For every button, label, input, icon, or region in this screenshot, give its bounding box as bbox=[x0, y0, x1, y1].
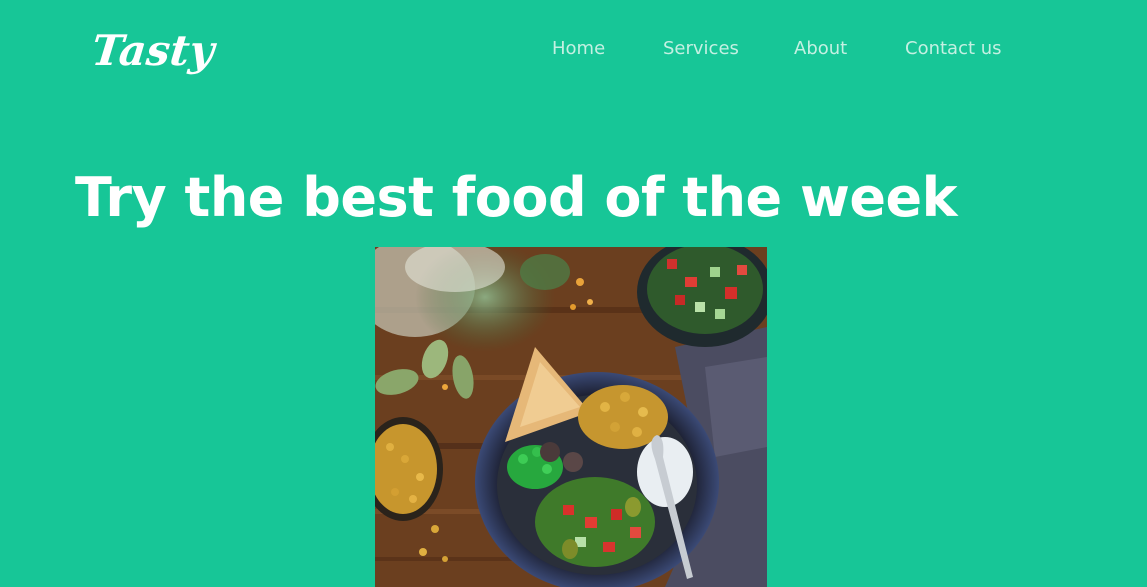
hero-food-image bbox=[375, 247, 767, 587]
nav-link-contact-us[interactable]: Contact us bbox=[905, 36, 1002, 62]
hero-headline: Try the best food of the week bbox=[75, 166, 958, 229]
nav-link-home[interactable]: Home bbox=[552, 36, 605, 62]
main-navigation: Home Services About Contact us bbox=[0, 36, 1147, 62]
nav-link-about[interactable]: About bbox=[794, 36, 847, 62]
nav-link-services[interactable]: Services bbox=[663, 36, 739, 62]
